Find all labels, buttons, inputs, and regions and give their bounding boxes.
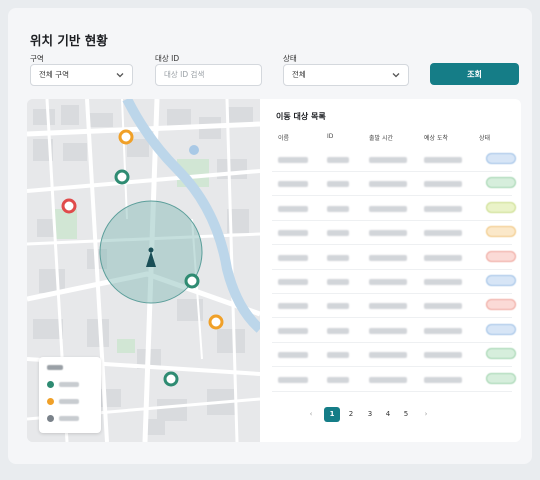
target-list-panel: 이동 대상 목록 이름 ID 출발 시간 예상 도착 상태 ‹ 1 2 3 4 … (260, 99, 521, 442)
marker-orange-2[interactable] (208, 314, 224, 330)
status-badge (486, 177, 516, 189)
marker-orange-1[interactable] (118, 129, 134, 145)
cell-text (278, 157, 308, 163)
legend-item-gray (47, 415, 79, 422)
col-name: 이름 (278, 135, 290, 142)
target-id-input[interactable] (164, 70, 252, 79)
status-select[interactable]: 전체 (283, 64, 409, 86)
cell-text (369, 279, 407, 285)
cell-text (369, 181, 407, 188)
region-label: 구역 (30, 54, 44, 63)
page-3-button[interactable]: 3 (362, 407, 378, 422)
col-id: ID (327, 133, 334, 140)
legend-item-green (47, 381, 79, 388)
status-badge (486, 323, 516, 335)
map-legend (39, 357, 101, 433)
cell-text (278, 327, 308, 334)
marker-green-1[interactable] (114, 169, 130, 185)
status-badge (486, 201, 516, 213)
status-badge (486, 348, 516, 360)
cell-text (278, 205, 308, 212)
cell-text (278, 181, 308, 188)
marker-red-1[interactable] (61, 198, 77, 214)
page-4-button[interactable]: 4 (380, 407, 396, 422)
cell-text (278, 230, 308, 237)
cell-text (424, 352, 462, 359)
table-row[interactable] (272, 221, 516, 246)
table-row[interactable] (272, 246, 516, 270)
cell-text (369, 205, 407, 212)
page-1-button[interactable]: 1 (324, 407, 340, 422)
cell-text (369, 327, 407, 334)
cell-text (327, 327, 349, 334)
chevron-down-icon (392, 73, 400, 78)
table-row[interactable] (272, 270, 516, 294)
chevron-down-icon (116, 73, 124, 78)
status-badge (486, 153, 516, 164)
search-button[interactable]: 조회 (430, 63, 519, 85)
marker-green-3[interactable] (163, 371, 179, 387)
cell-text (424, 181, 462, 188)
prev-page-button[interactable]: ‹ (303, 407, 319, 422)
status-badge (486, 299, 516, 311)
page-5-button[interactable]: 5 (398, 407, 414, 422)
table-row[interactable] (272, 319, 516, 343)
cell-text (369, 376, 407, 383)
cell-text (424, 230, 462, 237)
cell-text (278, 352, 308, 359)
status-badge (486, 226, 516, 238)
cell-text (424, 279, 462, 285)
cell-text (327, 157, 349, 163)
cell-text (327, 205, 349, 212)
status-badge (486, 275, 516, 286)
cell-text (424, 205, 462, 212)
cell-text (369, 352, 407, 359)
page-2-button[interactable]: 2 (343, 407, 359, 422)
legend-item-orange (47, 398, 79, 405)
cell-text (424, 327, 462, 334)
cell-text (278, 376, 308, 383)
cell-text (278, 254, 308, 261)
target-id-field (155, 64, 262, 86)
cell-text (424, 254, 462, 261)
cell-text (327, 230, 349, 237)
legend-title (47, 363, 63, 370)
table-row[interactable] (272, 172, 516, 197)
cell-text (369, 230, 407, 237)
region-select-value: 전체 구역 (39, 70, 69, 79)
marker-green-2[interactable] (184, 273, 200, 289)
cell-text (327, 254, 349, 261)
table-row[interactable] (272, 294, 516, 319)
cell-text (369, 157, 407, 163)
next-page-button[interactable]: › (418, 407, 434, 422)
col-eta: 예상 도착 (424, 135, 448, 142)
cell-text (369, 254, 407, 261)
pond (189, 145, 199, 155)
cell-text (278, 279, 308, 285)
status-badge (486, 372, 516, 384)
cell-text (278, 303, 308, 310)
col-status: 상태 (479, 135, 491, 142)
page-title: 위치 기반 현황 (30, 33, 108, 48)
cell-text (424, 157, 462, 163)
cell-text (424, 376, 462, 383)
cell-text (327, 181, 349, 188)
cell-text (327, 279, 349, 285)
table-row[interactable] (272, 368, 516, 392)
table-row[interactable] (272, 343, 516, 368)
cell-text (327, 303, 349, 310)
cell-text (424, 303, 462, 310)
cell-text (369, 303, 407, 310)
status-badge (486, 250, 516, 262)
cell-text (327, 376, 349, 383)
status-label: 상태 (283, 54, 297, 63)
region-select[interactable]: 전체 구역 (30, 64, 133, 86)
col-departure: 출발 시간 (369, 135, 393, 142)
table-row[interactable] (272, 148, 516, 172)
target-id-label: 대상 ID (155, 54, 180, 63)
status-select-value: 전체 (292, 70, 306, 79)
cell-text (327, 352, 349, 359)
list-title: 이동 대상 목록 (276, 112, 326, 121)
table-row[interactable] (272, 197, 516, 221)
